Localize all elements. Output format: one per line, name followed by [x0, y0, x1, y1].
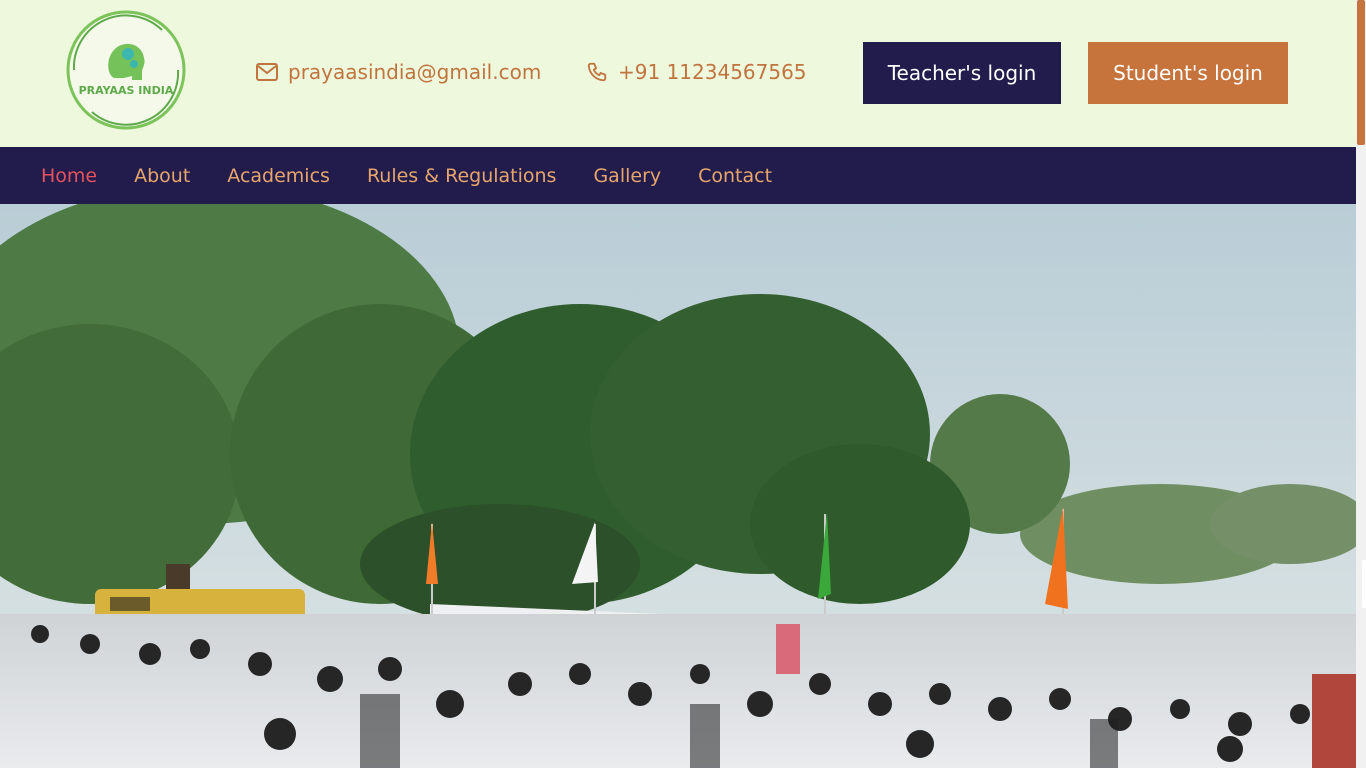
student-login-button[interactable]: Student's login	[1088, 42, 1288, 104]
nav-item-rules-regulations[interactable]: Rules & Regulations	[367, 165, 557, 187]
main-nav: Home About Academics Rules & Regulations…	[0, 147, 1356, 204]
svg-text:PRAYAAS INDIA: PRAYAAS INDIA	[79, 84, 174, 97]
phone-icon	[587, 62, 607, 82]
nav-item-gallery[interactable]: Gallery	[593, 165, 661, 187]
prayaas-india-logo[interactable]: PRAYAAS INDIA	[62, 8, 190, 132]
phone-text: +91 11234567565	[618, 60, 807, 84]
side-tab-handle[interactable]	[1362, 560, 1366, 608]
hero-photo	[0, 204, 1356, 768]
teacher-login-button[interactable]: Teacher's login	[863, 42, 1061, 104]
scrollbar-thumb[interactable]	[1357, 0, 1365, 145]
phone-contact[interactable]: +91 11234567565	[586, 58, 807, 86]
nav-item-contact[interactable]: Contact	[698, 165, 772, 187]
hero-image-school-assembly	[0, 204, 1356, 768]
email-text: prayaasindia@gmail.com	[288, 60, 542, 84]
mail-icon	[256, 63, 278, 81]
nav-item-home[interactable]: Home	[41, 165, 97, 187]
nav-item-academics[interactable]: Academics	[227, 165, 330, 187]
nav-item-about[interactable]: About	[134, 165, 190, 187]
email-contact[interactable]: prayaasindia@gmail.com	[256, 58, 541, 86]
page-scrollbar[interactable]	[1356, 0, 1366, 768]
site-header: PRAYAAS INDIA prayaasindia@gmail.com +91…	[0, 0, 1356, 147]
